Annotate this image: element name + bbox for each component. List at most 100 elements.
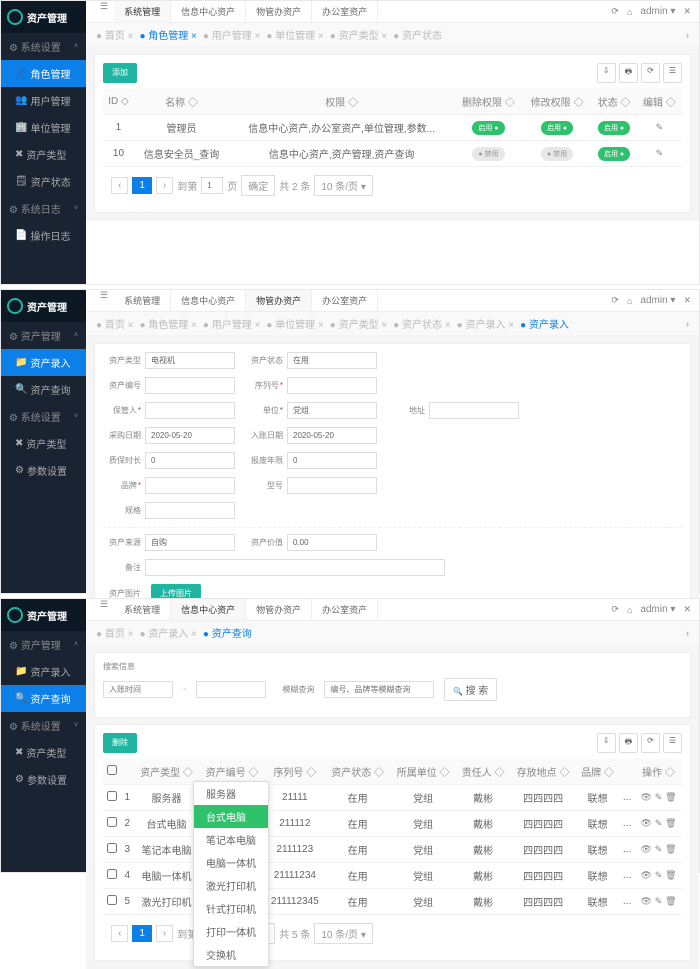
breadcrumb[interactable]: ● 角色管理 ×	[139, 27, 196, 42]
columns-icon[interactable]: ☰	[663, 63, 682, 83]
nav-item[interactable]: ✖资产类型	[1, 739, 86, 766]
home-icon[interactable]: ⌂	[627, 7, 632, 17]
col-header[interactable]: 权限 ◇	[229, 89, 454, 115]
toggle-pill[interactable]: 启用 ●	[472, 121, 504, 135]
search-button[interactable]: 🔍 搜 索	[444, 678, 497, 701]
user-menu[interactable]: admin ▾	[640, 6, 675, 17]
col-header[interactable]	[619, 759, 635, 785]
close-icon[interactable]: ✕	[683, 6, 691, 17]
dropdown-option[interactable]: 打印一体机	[194, 920, 268, 943]
col-header[interactable]: 责任人 ◇	[456, 759, 510, 785]
toggle-pill[interactable]: ● 禁用	[541, 147, 573, 161]
nav-group[interactable]: ⚙ 系统设置˅	[1, 403, 86, 430]
field-input[interactable]	[287, 352, 377, 369]
top-tab[interactable]: 物管办资产	[246, 599, 312, 620]
view-icon[interactable]: 👁	[641, 818, 652, 828]
nav-item[interactable]: 🔍资产查询	[1, 685, 86, 712]
pager-prev[interactable]: ‹	[111, 925, 128, 942]
edit-icon[interactable]: ✎	[655, 818, 663, 828]
breadcrumb[interactable]: ● 用户管理 ×	[203, 316, 260, 331]
delete-icon[interactable]: 🗑	[665, 896, 676, 906]
dropdown-option[interactable]: 笔记本电脑	[194, 828, 268, 851]
edit-icon[interactable]: ✎	[655, 792, 663, 802]
dropdown-option[interactable]: 台式电脑	[194, 805, 268, 828]
col-header[interactable]	[103, 759, 121, 785]
col-header[interactable]: 存放地点 ◇	[510, 759, 576, 785]
view-icon[interactable]: 👁	[641, 896, 652, 906]
row-checkbox[interactable]	[107, 843, 117, 853]
pager-next[interactable]: ›	[156, 925, 173, 942]
col-header[interactable]: 状态 ◇	[591, 89, 636, 115]
toggle-pill[interactable]: ● 禁用	[472, 147, 504, 161]
field-input[interactable]	[287, 402, 377, 419]
top-tab[interactable]: 办公室资产	[312, 1, 378, 22]
top-tab[interactable]: 物管办资产	[246, 1, 312, 22]
print-icon[interactable]: 🖶	[619, 733, 639, 753]
field-input[interactable]	[145, 427, 235, 444]
home-icon[interactable]: ⌂	[627, 605, 632, 615]
field-input[interactable]	[145, 377, 235, 394]
field-input[interactable]	[429, 402, 519, 419]
toggle-pill[interactable]: 启用 ●	[541, 121, 573, 135]
view-icon[interactable]: 👁	[641, 792, 652, 802]
nav-item[interactable]: ⚙参数设置	[1, 766, 86, 793]
top-tab[interactable]: 信息中心资产	[171, 599, 246, 620]
nav-item[interactable]: 🗒资产状态	[1, 168, 86, 195]
row-checkbox[interactable]	[107, 817, 117, 827]
toggle-pill[interactable]: 启用 ●	[598, 121, 630, 135]
col-header[interactable]: 编辑 ◇	[637, 89, 682, 115]
select-all-checkbox[interactable]	[107, 765, 117, 775]
breadcrumb[interactable]: ● 首页 ×	[96, 27, 133, 42]
nav-item[interactable]: ✖资产类型	[1, 141, 86, 168]
crumb-next-icon[interactable]: ›	[686, 319, 689, 329]
delete-button[interactable]: 删除	[103, 733, 137, 753]
refresh-icon[interactable]: ⟳	[641, 63, 660, 83]
col-header[interactable]: 操作 ◇	[635, 759, 682, 785]
pager-prev[interactable]: ‹	[111, 177, 128, 194]
nav-item[interactable]: 🏢单位管理	[1, 114, 86, 141]
nav-item[interactable]: 🔍资产查询	[1, 376, 86, 403]
view-icon[interactable]: 👁	[641, 844, 652, 854]
field-input[interactable]	[287, 477, 377, 494]
refresh-icon[interactable]: ⟳	[611, 6, 619, 17]
pager-input[interactable]	[201, 177, 223, 194]
refresh-icon[interactable]: ⟳	[641, 733, 660, 753]
breadcrumb[interactable]: ● 资产录入 ×	[139, 625, 196, 640]
dropdown-option[interactable]: 激光打印机	[194, 874, 268, 897]
col-header[interactable]: 所属单位 ◇	[390, 759, 456, 785]
field-input[interactable]	[145, 452, 235, 469]
refresh-icon[interactable]: ⟳	[611, 604, 619, 615]
edit-icon[interactable]: ✎	[655, 870, 663, 880]
menu-icon[interactable]: ☰	[94, 1, 114, 22]
menu-icon[interactable]: ☰	[94, 599, 114, 620]
close-icon[interactable]: ✕	[683, 604, 691, 615]
user-menu[interactable]: admin ▾	[640, 604, 675, 615]
nav-group[interactable]: ⚙ 资产管理˄	[1, 322, 86, 349]
nav-group[interactable]: ⚙ 系统日志˅	[1, 195, 86, 222]
nav-group[interactable]: ⚙ 系统设置˅	[1, 712, 86, 739]
dropdown-option[interactable]: 交换机	[194, 943, 268, 966]
col-header[interactable]: ID ◇	[103, 89, 134, 115]
refresh-icon[interactable]: ⟳	[611, 295, 619, 306]
breadcrumb[interactable]: ● 资产录入 ×	[457, 316, 514, 331]
menu-icon[interactable]: ☰	[94, 290, 114, 311]
col-header[interactable]: 资产状态 ◇	[325, 759, 391, 785]
top-tab[interactable]: 信息中心资产	[171, 1, 246, 22]
nav-item[interactable]: ⚙参数设置	[1, 457, 86, 484]
breadcrumb[interactable]: ● 资产类型 ×	[330, 27, 387, 42]
field-input[interactable]	[287, 427, 377, 444]
col-header[interactable]: 序列号 ◇	[265, 759, 325, 785]
nav-item[interactable]: 📁资产录入	[1, 349, 86, 376]
top-tab[interactable]: 物管办资产	[246, 290, 312, 311]
nav-group[interactable]: ⚙ 系统设置˄	[1, 33, 86, 60]
nav-item[interactable]: 👤角色管理	[1, 60, 86, 87]
col-header[interactable]: 删除权限 ◇	[454, 89, 523, 115]
dropdown-option[interactable]: 服务器	[194, 782, 268, 805]
breadcrumb[interactable]: ● 首页 ×	[96, 316, 133, 331]
top-tab[interactable]: 办公室资产	[312, 290, 378, 311]
crumb-next-icon[interactable]: ›	[686, 628, 689, 638]
field-input[interactable]	[145, 402, 235, 419]
breadcrumb[interactable]: ● 资产状态 ×	[393, 316, 450, 331]
top-tab[interactable]: 信息中心资产	[171, 290, 246, 311]
time-input[interactable]	[103, 681, 173, 698]
